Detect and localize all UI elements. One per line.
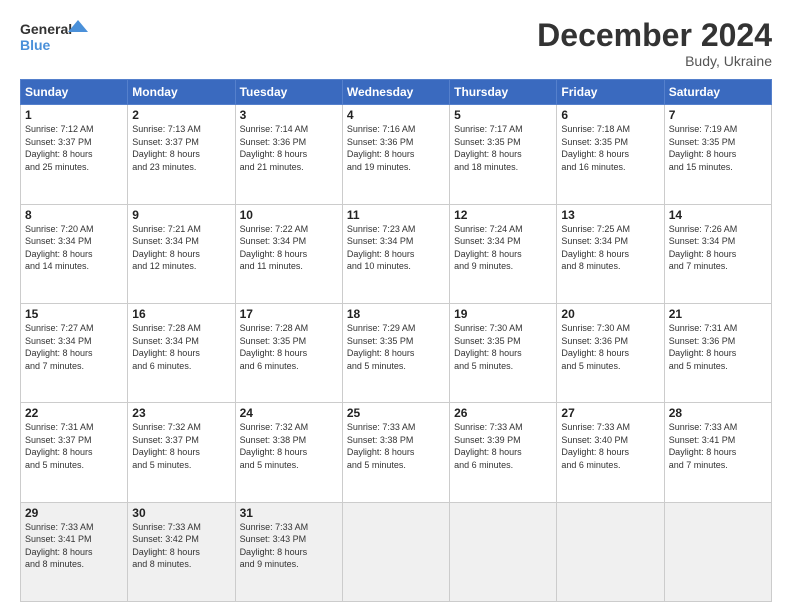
table-row: 23 Sunrise: 7:32 AMSunset: 3:37 PMDaylig… bbox=[128, 403, 235, 502]
table-row: 10 Sunrise: 7:22 AMSunset: 3:34 PMDaylig… bbox=[235, 204, 342, 303]
subtitle: Budy, Ukraine bbox=[537, 53, 772, 69]
table-row bbox=[450, 502, 557, 601]
col-friday: Friday bbox=[557, 80, 664, 105]
calendar-row: 22 Sunrise: 7:31 AMSunset: 3:37 PMDaylig… bbox=[21, 403, 772, 502]
logo-svg: General Blue bbox=[20, 18, 90, 60]
table-row: 17 Sunrise: 7:28 AMSunset: 3:35 PMDaylig… bbox=[235, 303, 342, 402]
table-row: 13 Sunrise: 7:25 AMSunset: 3:34 PMDaylig… bbox=[557, 204, 664, 303]
table-row: 3 Sunrise: 7:14 AMSunset: 3:36 PMDayligh… bbox=[235, 105, 342, 204]
table-row: 7 Sunrise: 7:19 AMSunset: 3:35 PMDayligh… bbox=[664, 105, 771, 204]
svg-text:Blue: Blue bbox=[20, 37, 51, 53]
main-title: December 2024 bbox=[537, 18, 772, 53]
table-row: 25 Sunrise: 7:33 AMSunset: 3:38 PMDaylig… bbox=[342, 403, 449, 502]
table-row: 14 Sunrise: 7:26 AMSunset: 3:34 PMDaylig… bbox=[664, 204, 771, 303]
table-row: 20 Sunrise: 7:30 AMSunset: 3:36 PMDaylig… bbox=[557, 303, 664, 402]
calendar-row: 1 Sunrise: 7:12 AMSunset: 3:37 PMDayligh… bbox=[21, 105, 772, 204]
table-row: 11 Sunrise: 7:23 AMSunset: 3:34 PMDaylig… bbox=[342, 204, 449, 303]
table-row: 16 Sunrise: 7:28 AMSunset: 3:34 PMDaylig… bbox=[128, 303, 235, 402]
col-wednesday: Wednesday bbox=[342, 80, 449, 105]
col-saturday: Saturday bbox=[664, 80, 771, 105]
table-row: 2 Sunrise: 7:13 AMSunset: 3:37 PMDayligh… bbox=[128, 105, 235, 204]
table-row: 1 Sunrise: 7:12 AMSunset: 3:37 PMDayligh… bbox=[21, 105, 128, 204]
table-row: 27 Sunrise: 7:33 AMSunset: 3:40 PMDaylig… bbox=[557, 403, 664, 502]
table-row: 4 Sunrise: 7:16 AMSunset: 3:36 PMDayligh… bbox=[342, 105, 449, 204]
table-row: 26 Sunrise: 7:33 AMSunset: 3:39 PMDaylig… bbox=[450, 403, 557, 502]
table-row bbox=[342, 502, 449, 601]
table-row: 18 Sunrise: 7:29 AMSunset: 3:35 PMDaylig… bbox=[342, 303, 449, 402]
table-row: 15 Sunrise: 7:27 AMSunset: 3:34 PMDaylig… bbox=[21, 303, 128, 402]
table-row: 8 Sunrise: 7:20 AMSunset: 3:34 PMDayligh… bbox=[21, 204, 128, 303]
calendar-row: 29 Sunrise: 7:33 AMSunset: 3:41 PMDaylig… bbox=[21, 502, 772, 601]
col-thursday: Thursday bbox=[450, 80, 557, 105]
col-sunday: Sunday bbox=[21, 80, 128, 105]
calendar-row: 15 Sunrise: 7:27 AMSunset: 3:34 PMDaylig… bbox=[21, 303, 772, 402]
table-row: 29 Sunrise: 7:33 AMSunset: 3:41 PMDaylig… bbox=[21, 502, 128, 601]
table-row: 31 Sunrise: 7:33 AMSunset: 3:43 PMDaylig… bbox=[235, 502, 342, 601]
col-tuesday: Tuesday bbox=[235, 80, 342, 105]
calendar-header-row: Sunday Monday Tuesday Wednesday Thursday… bbox=[21, 80, 772, 105]
table-row: 21 Sunrise: 7:31 AMSunset: 3:36 PMDaylig… bbox=[664, 303, 771, 402]
table-row bbox=[557, 502, 664, 601]
svg-text:General: General bbox=[20, 21, 72, 37]
title-block: December 2024 Budy, Ukraine bbox=[537, 18, 772, 69]
page: General Blue December 2024 Budy, Ukraine… bbox=[0, 0, 792, 612]
table-row: 12 Sunrise: 7:24 AMSunset: 3:34 PMDaylig… bbox=[450, 204, 557, 303]
table-row: 30 Sunrise: 7:33 AMSunset: 3:42 PMDaylig… bbox=[128, 502, 235, 601]
calendar: Sunday Monday Tuesday Wednesday Thursday… bbox=[20, 79, 772, 602]
table-row: 22 Sunrise: 7:31 AMSunset: 3:37 PMDaylig… bbox=[21, 403, 128, 502]
table-row: 6 Sunrise: 7:18 AMSunset: 3:35 PMDayligh… bbox=[557, 105, 664, 204]
logo: General Blue bbox=[20, 18, 90, 60]
table-row: 24 Sunrise: 7:32 AMSunset: 3:38 PMDaylig… bbox=[235, 403, 342, 502]
table-row: 5 Sunrise: 7:17 AMSunset: 3:35 PMDayligh… bbox=[450, 105, 557, 204]
table-row: 28 Sunrise: 7:33 AMSunset: 3:41 PMDaylig… bbox=[664, 403, 771, 502]
table-row bbox=[664, 502, 771, 601]
header: General Blue December 2024 Budy, Ukraine bbox=[20, 18, 772, 69]
calendar-row: 8 Sunrise: 7:20 AMSunset: 3:34 PMDayligh… bbox=[21, 204, 772, 303]
table-row: 19 Sunrise: 7:30 AMSunset: 3:35 PMDaylig… bbox=[450, 303, 557, 402]
col-monday: Monday bbox=[128, 80, 235, 105]
table-row: 9 Sunrise: 7:21 AMSunset: 3:34 PMDayligh… bbox=[128, 204, 235, 303]
